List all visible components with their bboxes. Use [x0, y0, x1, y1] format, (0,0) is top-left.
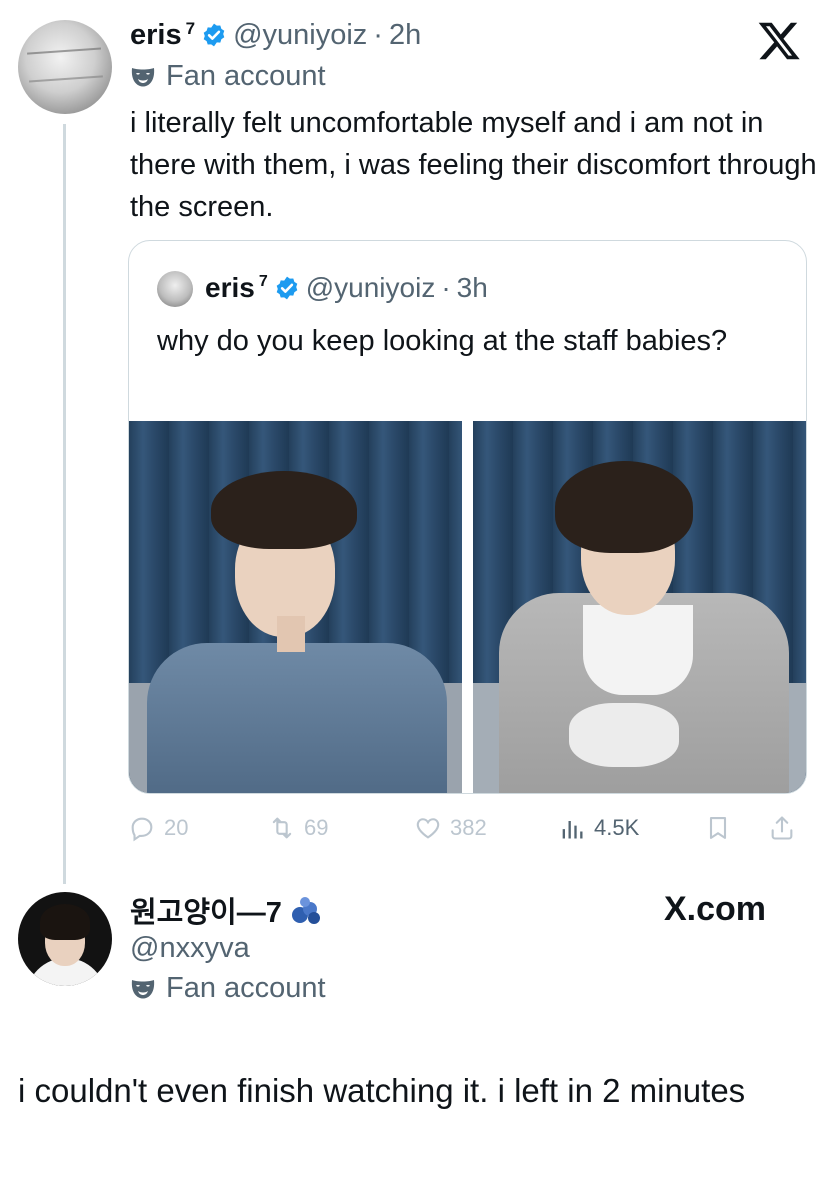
like-stat[interactable]: 382 — [414, 808, 487, 848]
media-image-left[interactable] — [129, 421, 462, 793]
tweet-text: i literally felt uncomfortable myself an… — [130, 107, 817, 223]
reply-header: 원고양이—7 — [130, 888, 322, 932]
quoted-text: why do you keep looking at the staff bab… — [157, 325, 728, 357]
reply-count: 20 — [164, 815, 189, 840]
engagement-bar: 20 69 382 4.5K — [128, 808, 808, 848]
quoted-display-name[interactable]: eris — [205, 272, 255, 304]
separator: · — [373, 18, 383, 51]
media-image-right[interactable] — [473, 421, 806, 793]
reply-icon — [131, 817, 153, 842]
mask-icon — [131, 67, 155, 86]
mask-icon — [131, 979, 155, 998]
views-stat[interactable]: 4.5K — [558, 808, 639, 848]
like-icon — [416, 818, 440, 839]
x-logo-icon — [758, 22, 800, 60]
reply-handle[interactable]: @nxxyva — [130, 932, 250, 965]
reply-text: i couldn't even finish watching it. i le… — [18, 1072, 746, 1109]
verified-icon — [203, 23, 225, 47]
quoted-avatar[interactable] — [157, 271, 193, 307]
quoted-tweet-card[interactable]: eris 7 @yuniyoiz · 3h why do you keep lo… — [128, 240, 807, 794]
verified-icon — [276, 276, 298, 300]
thread-line — [63, 124, 66, 884]
reply-avatar[interactable] — [18, 892, 112, 986]
blue-hearts-emoji-icon — [291, 897, 320, 924]
tweet-header: eris 7 @yuniyoiz · 2h — [130, 14, 421, 56]
like-count: 382 — [450, 815, 487, 840]
reply-fan-account-label: Fan account — [130, 972, 326, 1005]
reply-display-name[interactable]: 원고양이—7 — [130, 889, 282, 931]
bookmark-icon — [709, 817, 727, 839]
fan-account-label: Fan account — [130, 60, 326, 93]
fan-account-text: Fan account — [166, 60, 326, 92]
bookmark-button[interactable] — [704, 808, 732, 848]
display-name[interactable]: eris — [130, 19, 182, 52]
avatar[interactable] — [18, 20, 112, 114]
reply-fan-account-text: Fan account — [166, 972, 326, 1004]
views-count: 4.5K — [594, 815, 640, 840]
repost-count: 69 — [304, 815, 329, 840]
site-watermark: X.com — [664, 890, 767, 928]
views-icon — [562, 821, 583, 839]
share-icon — [771, 816, 793, 840]
timestamp[interactable]: 2h — [389, 19, 421, 52]
handle[interactable]: @yuniyoiz — [233, 19, 367, 52]
name-superscript: 7 — [185, 19, 196, 38]
quoted-header: eris 7 @yuniyoiz · 3h — [205, 267, 488, 309]
quoted-name-superscript: 7 — [258, 273, 268, 290]
quoted-timestamp[interactable]: 3h — [457, 272, 488, 304]
repost-icon — [272, 817, 292, 839]
share-button[interactable] — [768, 808, 796, 848]
repost-stat[interactable]: 69 — [268, 808, 328, 848]
quoted-handle[interactable]: @yuniyoiz — [306, 272, 436, 304]
separator: · — [441, 272, 451, 303]
reply-stat[interactable]: 20 — [128, 808, 188, 848]
